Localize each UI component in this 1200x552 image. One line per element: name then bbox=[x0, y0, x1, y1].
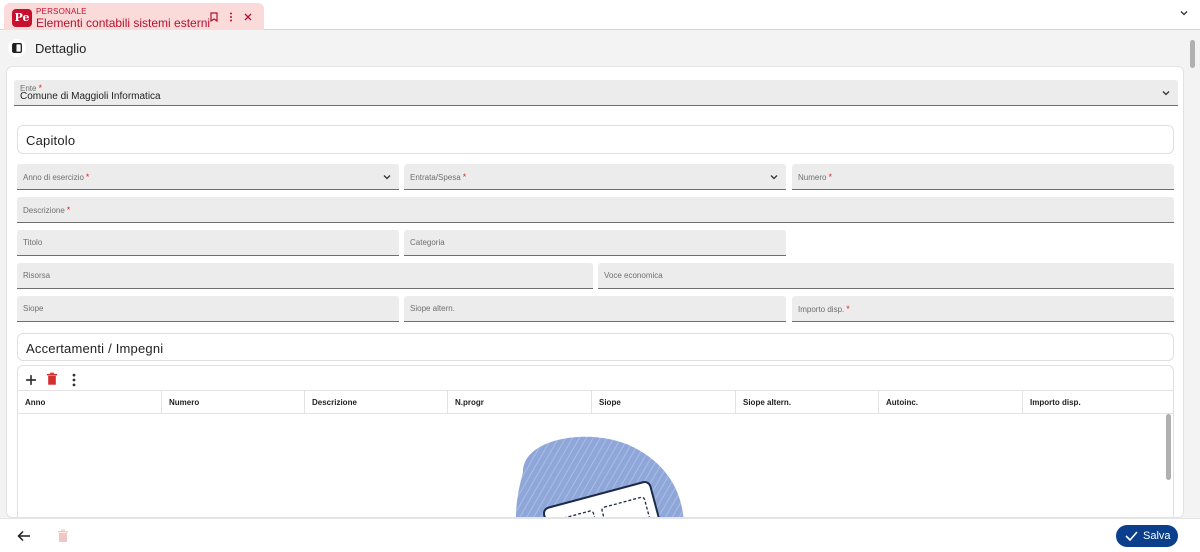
column-header-autoinc[interactable]: Autoinc. bbox=[879, 391, 1023, 414]
arrow-back-icon[interactable] bbox=[15, 528, 33, 544]
page-scrollbar[interactable] bbox=[1190, 40, 1195, 68]
chevron-down-icon bbox=[383, 175, 391, 180]
capitolo-title: Capitolo bbox=[26, 133, 76, 148]
column-header-siope-altern[interactable]: Siope altern. bbox=[736, 391, 879, 414]
save-label: Salva bbox=[1143, 530, 1171, 542]
descrizione-label: Descrizione * bbox=[23, 205, 70, 215]
anno-label-text: Anno di esercizio bbox=[23, 173, 84, 182]
ente-select[interactable]: Ente * Comune di Maggioli Informatica bbox=[14, 80, 1178, 106]
footer-toolbar: Salva bbox=[0, 518, 1200, 552]
table-header: Anno Numero Descrizione N.progr Siope Si… bbox=[18, 390, 1173, 414]
more-vert-icon[interactable] bbox=[67, 373, 81, 387]
siope-altern-label: Siope altern. bbox=[410, 304, 455, 313]
capitolo-section-header: Capitolo bbox=[17, 125, 1174, 154]
importo-disp-label-text: Importo disp. bbox=[798, 305, 845, 314]
anno-esercizio-select[interactable]: Anno di esercizio * bbox=[17, 164, 399, 190]
column-header-siope[interactable]: Siope bbox=[592, 391, 736, 414]
entrata-spesa-label-text: Entrata/Spesa bbox=[410, 173, 461, 182]
required-mark: * bbox=[85, 172, 90, 182]
column-header-anno[interactable]: Anno bbox=[18, 391, 162, 414]
add-icon[interactable] bbox=[24, 373, 38, 387]
app-section-label: PERSONALE bbox=[36, 7, 87, 16]
titolo-field[interactable]: Titolo bbox=[17, 230, 399, 256]
ente-value: Comune di Maggioli Informatica bbox=[20, 91, 161, 102]
table-scrollbar[interactable] bbox=[1166, 414, 1171, 480]
toggle-panel-button[interactable] bbox=[8, 39, 26, 57]
numero-label: Numero * bbox=[798, 172, 832, 182]
risorsa-label: Risorsa bbox=[23, 271, 51, 280]
more-vert-icon[interactable] bbox=[229, 12, 233, 22]
delete-icon[interactable] bbox=[56, 528, 70, 544]
close-icon[interactable] bbox=[244, 13, 252, 21]
descrizione-label-text: Descrizione bbox=[23, 206, 65, 215]
accertamenti-title: Accertamenti / Impegni bbox=[26, 341, 164, 356]
column-header-numero[interactable]: Numero bbox=[162, 391, 305, 414]
save-button[interactable]: Salva bbox=[1116, 525, 1178, 547]
check-icon bbox=[1125, 531, 1138, 541]
chevron-down-icon bbox=[1162, 91, 1170, 96]
risorsa-field[interactable]: Risorsa bbox=[17, 263, 593, 289]
page-header: Dettaglio bbox=[0, 32, 1200, 62]
side-panel-icon bbox=[12, 43, 22, 53]
entrata-spesa-label: Entrata/Spesa * bbox=[410, 172, 466, 182]
app-tab-title: Elementi contabili sistemi esterni bbox=[36, 16, 211, 30]
pe-logo-icon: Pe bbox=[12, 9, 32, 27]
voce-economica-label: Voce economica bbox=[604, 271, 663, 280]
required-mark: * bbox=[462, 172, 467, 182]
accertamenti-section-header: Accertamenti / Impegni bbox=[17, 333, 1174, 361]
siope-field[interactable]: Siope bbox=[17, 296, 399, 322]
importo-disp-field[interactable]: Importo disp. * bbox=[792, 296, 1174, 322]
app-tab[interactable]: Pe PERSONALE Elementi contabili sistemi … bbox=[4, 3, 264, 30]
required-mark: * bbox=[828, 172, 832, 182]
page-title: Dettaglio bbox=[35, 41, 87, 56]
column-header-importo-disp[interactable]: Importo disp. bbox=[1023, 391, 1173, 414]
detail-card: Ente * Comune di Maggioli Informatica Cap… bbox=[6, 66, 1184, 518]
categoria-label: Categoria bbox=[410, 238, 445, 247]
numero-label-text: Numero bbox=[798, 173, 827, 182]
column-header-nprogr[interactable]: N.progr bbox=[448, 391, 592, 414]
required-mark: * bbox=[66, 205, 71, 215]
chevron-down-icon[interactable] bbox=[1180, 9, 1188, 17]
accertamenti-table: Anno Numero Descrizione N.progr Siope Si… bbox=[17, 365, 1174, 517]
voce-economica-field[interactable]: Voce economica bbox=[598, 263, 1174, 289]
titolo-label: Titolo bbox=[23, 238, 43, 247]
chevron-down-icon bbox=[770, 175, 778, 180]
delete-icon[interactable] bbox=[45, 372, 59, 386]
anno-label: Anno di esercizio * bbox=[23, 172, 89, 182]
empty-state-illustration bbox=[515, 436, 684, 517]
required-mark: * bbox=[846, 304, 850, 314]
siope-label: Siope bbox=[23, 304, 44, 313]
entrata-spesa-select[interactable]: Entrata/Spesa * bbox=[404, 164, 786, 190]
tab-bar: Pe PERSONALE Elementi contabili sistemi … bbox=[0, 0, 1200, 30]
column-header-descrizione[interactable]: Descrizione bbox=[305, 391, 448, 414]
importo-disp-label: Importo disp. * bbox=[798, 304, 850, 314]
bookmark-icon[interactable] bbox=[210, 12, 218, 22]
categoria-field[interactable]: Categoria bbox=[404, 230, 786, 256]
descrizione-field[interactable]: Descrizione * bbox=[17, 197, 1174, 223]
numero-field[interactable]: Numero * bbox=[792, 164, 1174, 190]
siope-altern-field[interactable]: Siope altern. bbox=[404, 296, 786, 322]
